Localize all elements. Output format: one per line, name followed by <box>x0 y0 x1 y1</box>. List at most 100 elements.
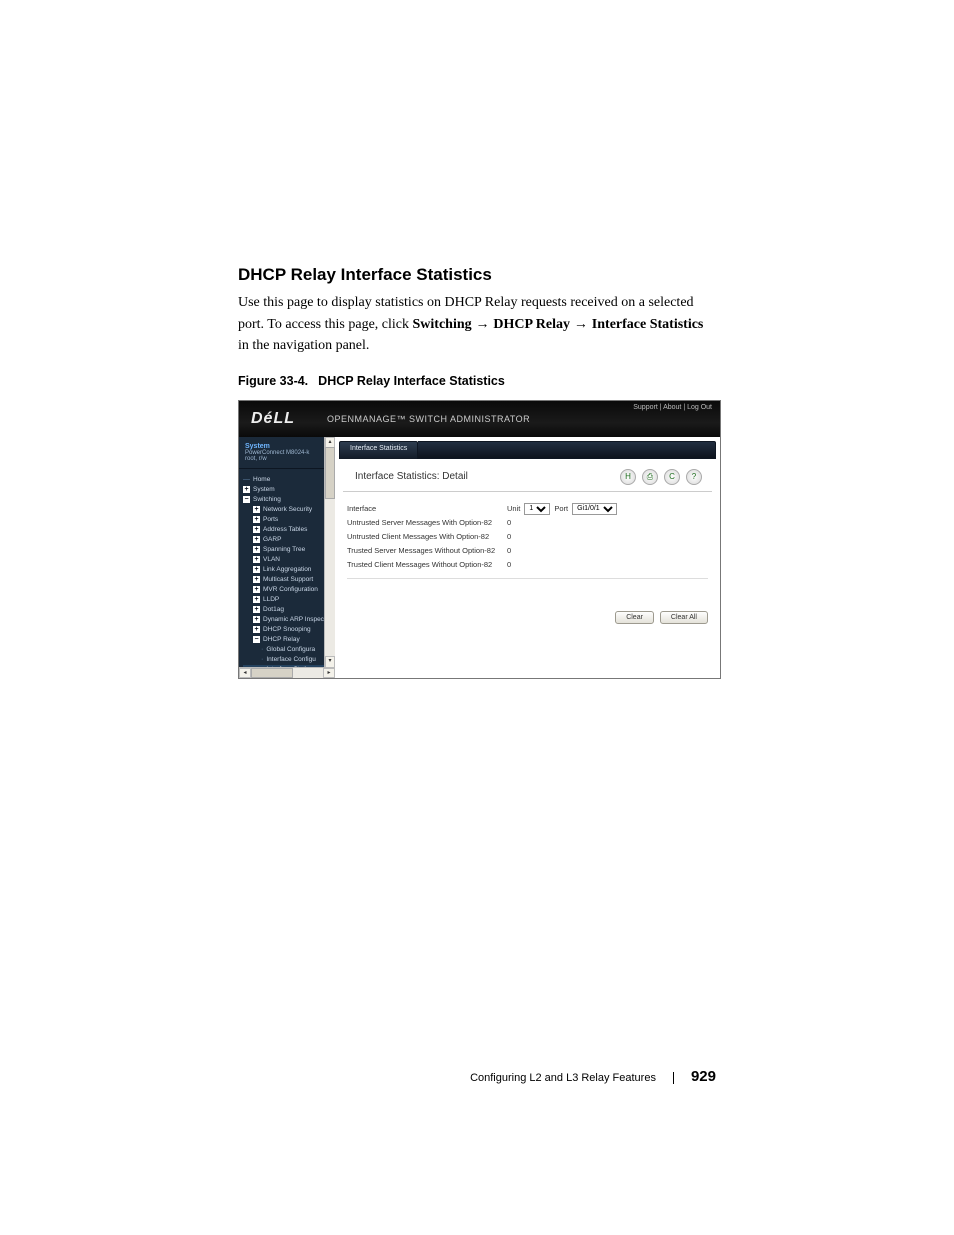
expand-icon[interactable]: + <box>253 536 260 543</box>
sidebar-item[interactable]: +Dot1ag <box>243 605 335 615</box>
sidebar-item-label: Switching <box>253 496 281 503</box>
refresh-icon[interactable]: C <box>664 469 680 485</box>
sidebar-item[interactable]: —Home <box>243 475 335 485</box>
button-row: Clear Clear All <box>335 595 720 640</box>
sidebar-item[interactable]: +MVR Configuration <box>243 585 335 595</box>
label-r3: Trusted Server Messages Without Option-8… <box>347 546 507 555</box>
value-r2: 0 <box>507 532 511 541</box>
row-trusted-client-no82: Trusted Client Messages Without Option-8… <box>347 558 708 572</box>
separator <box>347 578 708 579</box>
sidebar-item[interactable]: +Link Aggregation <box>243 565 335 575</box>
p-b2: DHCP Relay <box>493 317 570 332</box>
figure-caption: Figure 33-4. DHCP Relay Interface Statist… <box>238 374 716 388</box>
save-icon[interactable]: H <box>620 469 636 485</box>
sidebar-item[interactable]: +Dynamic ARP Inspect <box>243 615 335 625</box>
tree-dash-icon: · <box>261 656 263 663</box>
system-block: System PowerConnect M8024-k root, r/w <box>239 437 335 469</box>
user-name: root, r/w <box>245 456 329 462</box>
clear-button[interactable]: Clear <box>615 611 654 624</box>
expand-icon[interactable]: − <box>243 496 250 503</box>
tree-dash-icon: · <box>261 646 263 653</box>
expand-icon[interactable]: + <box>253 616 260 623</box>
tab-row: Interface Statistics <box>335 437 720 459</box>
sidebar-item-label: Home <box>253 476 270 483</box>
help-icon[interactable]: ? <box>686 469 702 485</box>
expand-icon[interactable]: + <box>253 506 260 513</box>
expand-icon[interactable]: + <box>253 606 260 613</box>
p-b3: Interface Statistics <box>592 317 704 332</box>
sidebar-item[interactable]: +VLAN <box>243 555 335 565</box>
scroll-thumb-v[interactable] <box>325 447 335 499</box>
expand-icon[interactable]: + <box>253 566 260 573</box>
sidebar-item[interactable]: ·Interface Configu <box>243 655 335 665</box>
expand-icon[interactable]: + <box>243 486 250 493</box>
sidebar-item-label: Multicast Support <box>263 576 313 583</box>
sidebar-item[interactable]: −Switching <box>243 495 335 505</box>
footer-chapter: Configuring L2 and L3 Relay Features <box>470 1072 656 1084</box>
value-r3: 0 <box>507 546 511 555</box>
figure-title: DHCP Relay Interface Statistics <box>318 374 505 388</box>
sidebar-item[interactable]: +Ports <box>243 515 335 525</box>
detail-header: Interface Statistics: Detail H ⎙ C ? <box>343 459 712 492</box>
sidebar-item[interactable]: −DHCP Relay <box>243 635 335 645</box>
sidebar-item[interactable]: +LLDP <box>243 595 335 605</box>
tab-spacer <box>418 441 716 459</box>
tree-bullet-icon: — <box>243 476 250 483</box>
sidebar-item[interactable]: +System <box>243 485 335 495</box>
sidebar-item-label: Address Tables <box>263 526 307 533</box>
expand-icon[interactable]: + <box>253 576 260 583</box>
scroll-left-icon[interactable]: ◂ <box>239 668 251 678</box>
nav-sidebar: System PowerConnect M8024-k root, r/w —H… <box>239 437 335 678</box>
value-r1: 0 <box>507 518 511 527</box>
figure-prefix: Figure 33-4. <box>238 374 308 388</box>
p-t2: in the navigation panel. <box>238 338 369 353</box>
sidebar-item-label: System <box>253 486 275 493</box>
clear-all-button[interactable]: Clear All <box>660 611 708 624</box>
expand-icon[interactable]: + <box>253 556 260 563</box>
header-links[interactable]: Support | About | Log Out <box>633 404 712 411</box>
nav-tree: —Home+System−Switching+Network Security+… <box>239 469 335 678</box>
sidebar-item-label: Link Aggregation <box>263 566 311 573</box>
expand-icon[interactable]: + <box>253 586 260 593</box>
app-header: DéLL OPENMANAGE™ SWITCH ADMINISTRATOR Su… <box>239 401 720 437</box>
sidebar-item-label: Ports <box>263 516 278 523</box>
section-heading: DHCP Relay Interface Statistics <box>238 265 716 285</box>
sidebar-item-label: Dot1ag <box>263 606 284 613</box>
sidebar-item[interactable]: ·Global Configura <box>243 645 335 655</box>
label-r2: Untrusted Client Messages With Option-82 <box>347 532 507 541</box>
expand-icon[interactable]: + <box>253 546 260 553</box>
scroll-thumb-h[interactable] <box>251 668 293 678</box>
row-untrusted-client-82: Untrusted Client Messages With Option-82… <box>347 530 708 544</box>
sidebar-item-label: Spanning Tree <box>263 546 305 553</box>
statistics-form: Interface Unit 1 Port Gi1/0/1 Untrusted … <box>335 492 720 595</box>
scroll-right-icon[interactable]: ▸ <box>323 668 335 678</box>
dell-logo: DéLL <box>239 410 327 428</box>
sidebar-item-label: LLDP <box>263 596 279 603</box>
unit-select[interactable]: 1 <box>524 503 550 515</box>
sidebar-item-label: GARP <box>263 536 281 543</box>
sidebar-scrollbar-h[interactable]: ◂ ▸ <box>239 667 335 678</box>
tab-interface-statistics[interactable]: Interface Statistics <box>339 441 418 459</box>
sidebar-scrollbar-v[interactable]: ▴ ▾ <box>324 437 335 678</box>
main-panel: Interface Statistics Interface Statistic… <box>335 437 720 678</box>
sidebar-item[interactable]: +Spanning Tree <box>243 545 335 555</box>
value-r4: 0 <box>507 560 511 569</box>
p-arrow2: → <box>570 315 592 331</box>
sidebar-item[interactable]: +Multicast Support <box>243 575 335 585</box>
screenshot-figure: DéLL OPENMANAGE™ SWITCH ADMINISTRATOR Su… <box>238 400 721 679</box>
label-port: Port <box>554 504 568 513</box>
expand-icon[interactable]: + <box>253 516 260 523</box>
sidebar-item[interactable]: +Address Tables <box>243 525 335 535</box>
sidebar-item[interactable]: +DHCP Snooping <box>243 625 335 635</box>
expand-icon[interactable]: + <box>253 626 260 633</box>
sidebar-item[interactable]: +Network Security <box>243 505 335 515</box>
port-select[interactable]: Gi1/0/1 <box>572 503 617 515</box>
print-icon[interactable]: ⎙ <box>642 469 658 485</box>
expand-icon[interactable]: + <box>253 596 260 603</box>
row-interface: Interface Unit 1 Port Gi1/0/1 <box>347 502 708 516</box>
label-interface: Interface <box>347 504 507 513</box>
sidebar-item-label: Global Configura <box>266 646 315 653</box>
expand-icon[interactable]: + <box>253 526 260 533</box>
sidebar-item[interactable]: +GARP <box>243 535 335 545</box>
expand-icon[interactable]: − <box>253 636 260 643</box>
